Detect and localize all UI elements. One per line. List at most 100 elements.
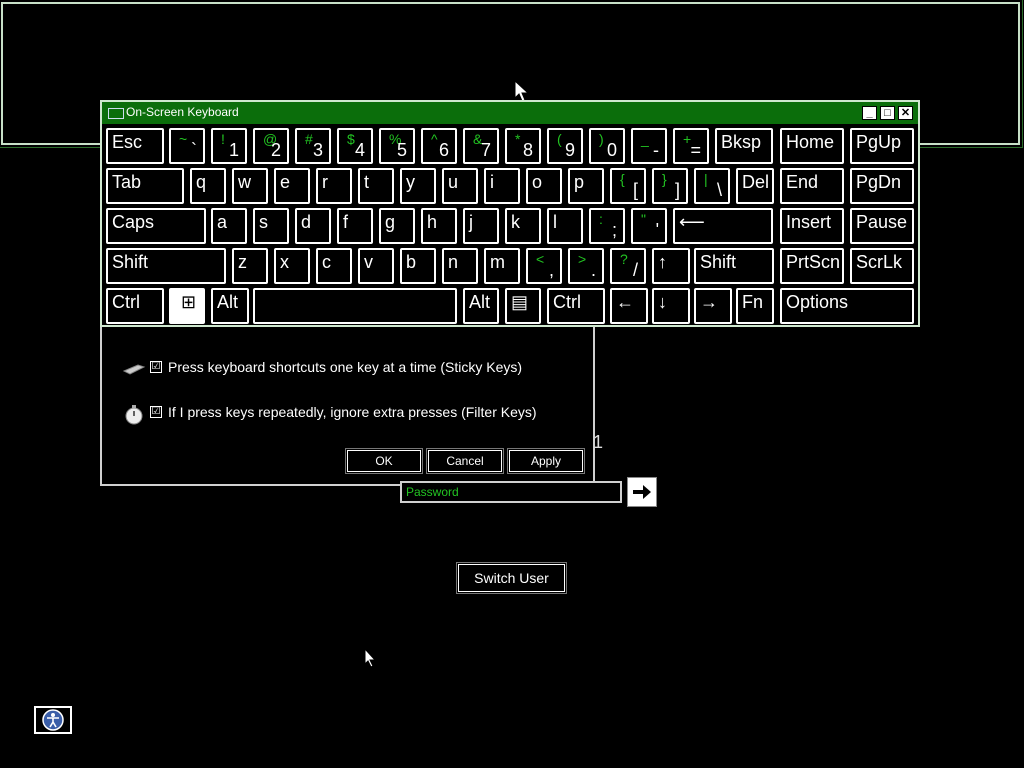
key-alt[interactable]: Alt — [211, 288, 249, 324]
key-5d[interactable]: }] — [652, 168, 688, 204]
key-27[interactable]: " ' — [631, 208, 667, 244]
key-2c[interactable]: <, — [526, 248, 562, 284]
key-space[interactable] — [253, 288, 457, 324]
key-caps[interactable]: Caps — [106, 208, 206, 244]
key-36[interactable]: ^ 6 — [421, 128, 457, 164]
key-2f[interactable]: ? / — [610, 248, 646, 284]
key-label: Home — [786, 132, 835, 152]
key-up-arrow[interactable]: ↑ — [652, 248, 690, 284]
key-ctrl[interactable]: Ctrl — [106, 288, 164, 324]
key-pgdn[interactable]: PgDn — [850, 168, 914, 204]
key-label: Insert — [786, 212, 832, 232]
key-a[interactable]: a — [211, 208, 247, 244]
key-o[interactable]: o — [526, 168, 562, 204]
key-3d[interactable]: + = — [673, 128, 709, 164]
key-shift-label: < — [536, 251, 545, 267]
switch-user-button[interactable]: Switch User — [456, 562, 567, 594]
key-35[interactable]: % 5 — [379, 128, 415, 164]
key-t[interactable]: t — [358, 168, 394, 204]
key-shift[interactable]: Shift — [694, 248, 774, 284]
key-60[interactable]: ~ ` — [169, 128, 205, 164]
key-home[interactable]: Home — [780, 128, 844, 164]
key-39[interactable]: (9 — [547, 128, 583, 164]
key-h[interactable]: h — [421, 208, 457, 244]
key-j[interactable]: j — [463, 208, 499, 244]
key-enter[interactable]: ⟵ — [673, 208, 773, 244]
key-label: Shift — [700, 252, 737, 272]
key-shift-label: " — [641, 211, 646, 227]
key-u[interactable]: u — [442, 168, 478, 204]
key-33[interactable]: #3 — [295, 128, 331, 164]
cancel-button[interactable]: Cancel — [426, 448, 504, 474]
close-button[interactable]: ✕ — [898, 106, 913, 120]
minimize-button[interactable]: _ — [862, 106, 877, 120]
key-c[interactable]: c — [316, 248, 352, 284]
key-3b[interactable]: :; — [589, 208, 625, 244]
key-end[interactable]: End — [780, 168, 844, 204]
key-x[interactable]: x — [274, 248, 310, 284]
key-m[interactable]: m — [484, 248, 520, 284]
key-del[interactable]: Del — [736, 168, 774, 204]
key-k[interactable]: k — [505, 208, 541, 244]
filter-keys-checkbox[interactable]: ☑ — [150, 406, 162, 418]
key-30[interactable]: ) 0 — [589, 128, 625, 164]
key-down-arrow[interactable]: ↓ — [652, 288, 690, 324]
key-l[interactable]: l — [547, 208, 583, 244]
key-q[interactable]: q — [190, 168, 226, 204]
keyboard-icon — [108, 108, 124, 119]
key-z[interactable]: z — [232, 248, 268, 284]
key-w[interactable]: w — [232, 168, 268, 204]
key-esc[interactable]: Esc — [106, 128, 164, 164]
apply-button[interactable]: Apply — [507, 448, 585, 474]
key-left-arrow[interactable]: ← — [610, 288, 648, 324]
key-g[interactable]: g — [379, 208, 415, 244]
key-menu[interactable]: ▤ — [505, 288, 541, 324]
key-options[interactable]: Options — [780, 288, 914, 324]
key-e[interactable]: e — [274, 168, 310, 204]
key-prtscn[interactable]: PrtScn — [780, 248, 844, 284]
key-38[interactable]: * 8 — [505, 128, 541, 164]
key-ctrl[interactable]: Ctrl — [547, 288, 605, 324]
key-pgup[interactable]: PgUp — [850, 128, 914, 164]
key-37[interactable]: & 7 — [463, 128, 499, 164]
key-n[interactable]: n — [442, 248, 478, 284]
key-31[interactable]: ! 1 — [211, 128, 247, 164]
key-5b[interactable]: {[ — [610, 168, 646, 204]
ease-of-access-button[interactable] — [34, 706, 72, 734]
key-fn[interactable]: Fn — [736, 288, 774, 324]
key-r[interactable]: r — [316, 168, 352, 204]
key-i[interactable]: i — [484, 168, 520, 204]
key-right-arrow[interactable]: → — [694, 288, 732, 324]
key-shift[interactable]: Shift — [106, 248, 226, 284]
submit-arrow-button[interactable] — [627, 477, 657, 507]
key-34[interactable]: $4 — [337, 128, 373, 164]
key-alt[interactable]: Alt — [463, 288, 499, 324]
key-label: i — [490, 172, 494, 192]
maximize-button[interactable]: □ — [880, 106, 895, 120]
key-2d[interactable]: _ - — [631, 128, 667, 164]
filter-keys-option[interactable]: ☑ If I press keys repeatedly, ignore ext… — [122, 404, 537, 425]
osk-title-bar[interactable]: On-Screen Keyboard _ □ ✕ — [102, 102, 918, 124]
key-32[interactable]: @2 — [253, 128, 289, 164]
key-s[interactable]: s — [253, 208, 289, 244]
key-p[interactable]: p — [568, 168, 604, 204]
sticky-keys-option[interactable]: ☑ Press keyboard shortcuts one key at a … — [122, 359, 522, 375]
key-d[interactable]: d — [295, 208, 331, 244]
ok-button[interactable]: OK — [345, 448, 423, 474]
key-tab[interactable]: Tab — [106, 168, 184, 204]
key-label: PgDn — [856, 172, 902, 192]
key-label: z — [238, 252, 247, 272]
key-2e[interactable]: >. — [568, 248, 604, 284]
key-y[interactable]: y — [400, 168, 436, 204]
key-pause[interactable]: Pause — [850, 208, 914, 244]
key-f[interactable]: f — [337, 208, 373, 244]
key-bksp[interactable]: Bksp — [715, 128, 773, 164]
key-v[interactable]: v — [358, 248, 394, 284]
key-scrlk[interactable]: ScrLk — [850, 248, 914, 284]
password-input[interactable]: Password — [400, 481, 622, 503]
sticky-keys-checkbox[interactable]: ☑ — [150, 361, 162, 373]
key-insert[interactable]: Insert — [780, 208, 844, 244]
key-b[interactable]: b — [400, 248, 436, 284]
key-backslash[interactable]: | \ — [694, 168, 730, 204]
key-windows[interactable]: ⊞ — [169, 288, 205, 324]
